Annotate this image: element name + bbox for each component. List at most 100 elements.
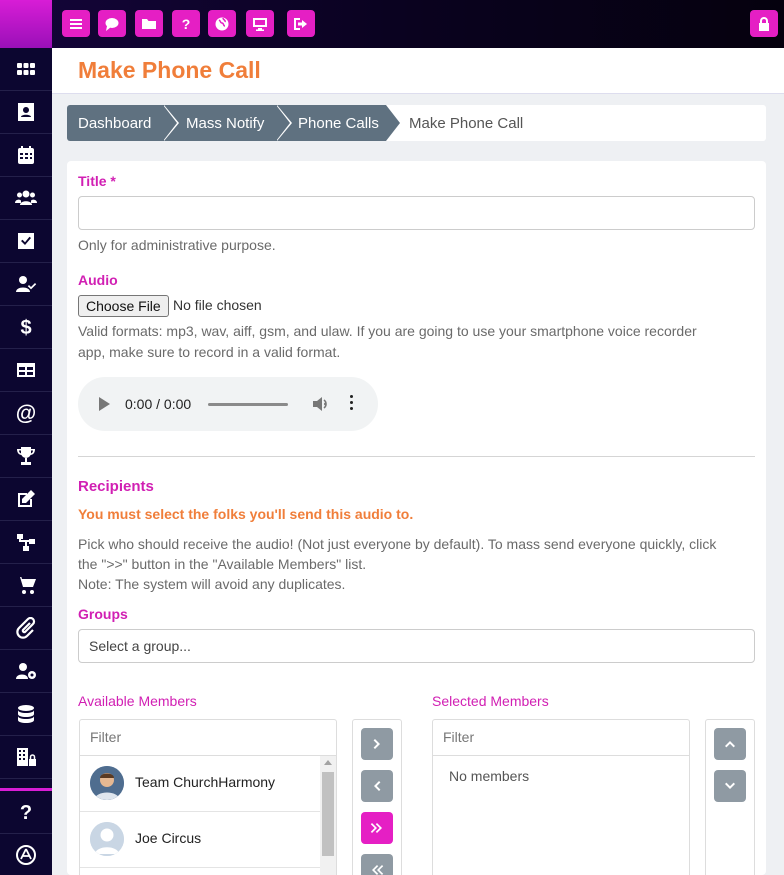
selected-filter-input[interactable]: Filter: [433, 720, 689, 756]
more-options-icon[interactable]: [350, 395, 353, 411]
move-all-right-button[interactable]: [361, 812, 393, 844]
sidebar-item-structure[interactable]: [0, 521, 52, 564]
audio-player: 0:00 / 0:00: [78, 377, 378, 431]
display-button[interactable]: [246, 10, 274, 37]
users-icon: [15, 190, 37, 205]
move-down-button[interactable]: [714, 770, 746, 802]
trophy-icon: [17, 447, 35, 465]
lock-button[interactable]: [750, 10, 778, 37]
breadcrumb-label: Phone Calls: [298, 114, 379, 132]
monitor-icon: [253, 17, 267, 31]
sidebar-item-dashboard[interactable]: [0, 48, 52, 91]
breadcrumb: Dashboard Mass Notify Phone Calls Make P…: [67, 105, 766, 141]
sidebar-item-contacts[interactable]: [0, 91, 52, 134]
messages-button[interactable]: [98, 10, 126, 37]
sidebar-item-attendance[interactable]: [0, 263, 52, 306]
choose-file-button[interactable]: Choose File: [78, 295, 169, 317]
groups-select[interactable]: Select a group...: [78, 629, 755, 663]
title-input[interactable]: [78, 196, 755, 230]
sidebar: $ @ ?: [0, 48, 52, 875]
list-item[interactable]: Team ChurchHarmony: [80, 756, 336, 812]
sidebar-item-forms[interactable]: [0, 478, 52, 521]
available-filter-input[interactable]: Filter: [80, 720, 336, 756]
groups-label: Groups: [78, 606, 128, 622]
folder-icon: [142, 18, 156, 29]
avatar: [90, 822, 124, 856]
sidebar-item-help[interactable]: ?: [0, 791, 52, 834]
svg-text:$: $: [20, 317, 31, 338]
sitemap-icon: [17, 534, 35, 551]
page-header: Make Phone Call: [52, 48, 784, 94]
svg-text:@: @: [16, 402, 36, 424]
contacts-icon: [18, 103, 34, 121]
progress-track[interactable]: [208, 403, 288, 406]
title-help: Only for administrative purpose.: [78, 237, 276, 253]
at-icon: @: [16, 402, 36, 424]
selected-members-label: Selected Members: [432, 693, 549, 709]
selected-members-list: Filter No members: [432, 719, 690, 875]
dollar-icon: $: [20, 317, 31, 338]
recipients-note: Note: The system will avoid any duplicat…: [78, 576, 346, 592]
sidebar-item-tasks[interactable]: [0, 220, 52, 263]
chevron-down-icon: [725, 782, 735, 789]
breadcrumb-phone-calls[interactable]: Phone Calls: [276, 105, 402, 141]
globe-icon: [215, 17, 229, 30]
member-name: Team ChurchHarmony: [135, 774, 276, 790]
sidebar-item-finance[interactable]: $: [0, 306, 52, 349]
sidebar-item-groups[interactable]: [0, 177, 52, 220]
building-icon: [17, 748, 36, 766]
svg-text:?: ?: [20, 802, 32, 823]
list-item[interactable]: Joe Circus: [80, 812, 336, 868]
breadcrumb-label: Mass Notify: [186, 114, 265, 132]
breadcrumb-mass-notify[interactable]: Mass Notify: [163, 105, 292, 141]
transfer-buttons: [352, 719, 402, 875]
member-name: Joe Circus: [135, 830, 202, 846]
breadcrumb-dashboard[interactable]: Dashboard: [67, 105, 179, 141]
sidebar-item-attachments[interactable]: [0, 607, 52, 650]
double-chevron-left-icon: [372, 865, 384, 875]
recipients-warning: You must select the folks you'll send th…: [78, 506, 414, 522]
sidebar-item-database[interactable]: [0, 693, 52, 736]
scrollbar-thumb[interactable]: [322, 772, 334, 856]
volume-icon[interactable]: [310, 394, 330, 414]
question-icon: ?: [20, 802, 32, 823]
menu-button[interactable]: [62, 10, 90, 37]
move-all-left-button[interactable]: [361, 854, 393, 875]
form-card: Title * Only for administrative purpose.…: [67, 161, 766, 875]
available-members-list: Filter Team ChurchHarmony Joe Circus: [79, 719, 337, 875]
sidebar-item-organization[interactable]: [0, 736, 52, 779]
audio-label: Audio: [78, 272, 118, 288]
sidebar-item-store[interactable]: [0, 564, 52, 607]
sign-out-button[interactable]: [287, 10, 315, 37]
play-icon[interactable]: [99, 397, 110, 411]
move-right-button[interactable]: [361, 728, 393, 760]
help-button[interactable]: ?: [172, 10, 200, 37]
title-label-text: Title: [78, 173, 107, 189]
top-bar: ?: [0, 0, 784, 48]
available-members-label: Available Members: [78, 693, 197, 709]
move-up-button[interactable]: [714, 728, 746, 760]
move-left-button[interactable]: [361, 770, 393, 802]
sidebar-item-reports[interactable]: [0, 349, 52, 392]
files-button[interactable]: [135, 10, 163, 37]
order-buttons: [705, 719, 755, 875]
svg-text:?: ?: [182, 16, 191, 32]
user-gear-icon: [16, 663, 36, 679]
sidebar-item-email[interactable]: @: [0, 392, 52, 435]
breadcrumb-current: Make Phone Call: [409, 114, 524, 132]
paperclip-icon: [16, 617, 36, 639]
table-icon: [17, 363, 35, 377]
sidebar-item-awards[interactable]: [0, 435, 52, 478]
audio-help-line-2: app, make sure to record in a valid form…: [78, 344, 341, 360]
title-label: Title *: [78, 173, 116, 189]
scroll-up-arrow-icon[interactable]: [324, 760, 332, 765]
recipients-title: Recipients: [78, 478, 154, 495]
bars-icon: [70, 18, 82, 29]
sidebar-item-user-settings[interactable]: [0, 650, 52, 693]
recipients-help-line-1: Pick who should receive the audio! (Not …: [78, 536, 717, 552]
sidebar-item-calendar[interactable]: [0, 134, 52, 177]
website-button[interactable]: [208, 10, 236, 37]
sidebar-item-apps[interactable]: [0, 834, 52, 875]
help-icon: ?: [182, 16, 191, 32]
user-check-icon: [16, 276, 37, 292]
